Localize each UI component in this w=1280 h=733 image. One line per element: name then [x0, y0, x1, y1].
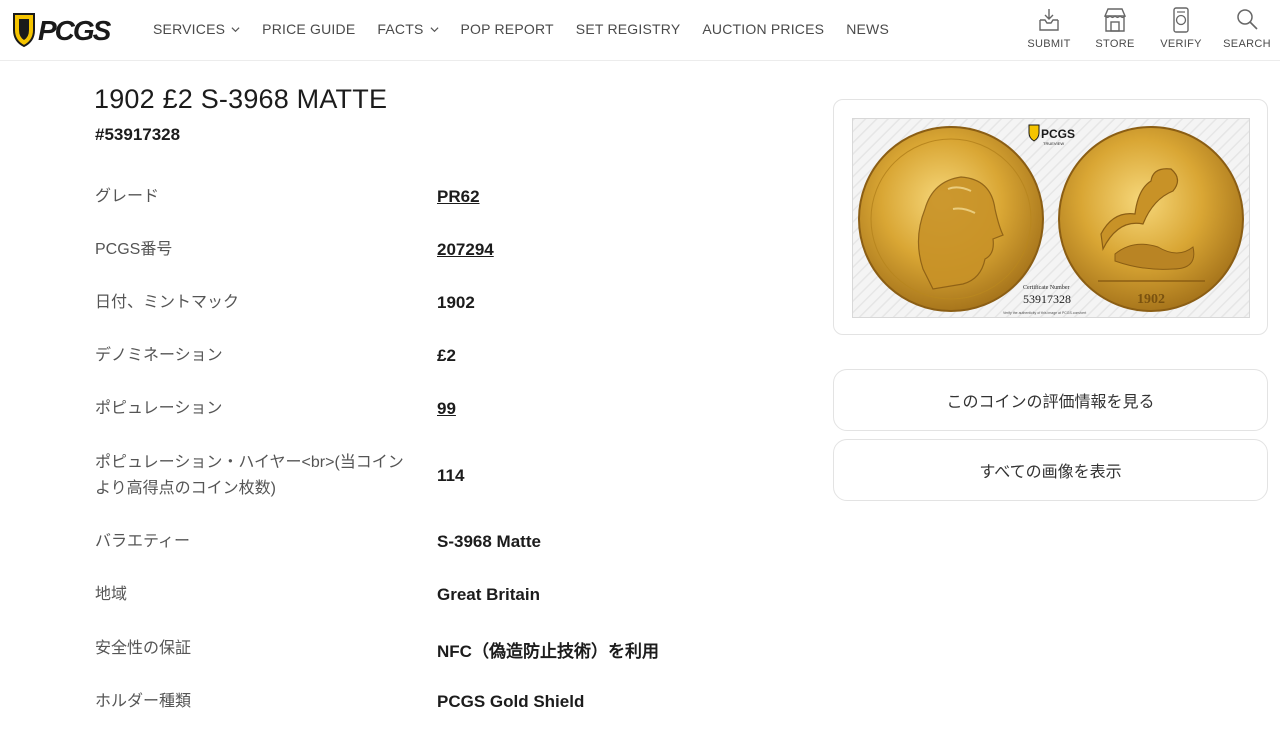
tool-label: SUBMIT — [1027, 38, 1071, 50]
submit-icon — [1039, 9, 1059, 31]
detail-label: グレード — [95, 188, 160, 205]
nav-facts[interactable]: FACTS — [377, 21, 439, 37]
pcgs-logo-icon: PCGS — [13, 13, 114, 48]
coin-obverse — [858, 126, 1044, 312]
detail-value: 114 — [437, 466, 465, 485]
nav-services[interactable]: SERVICES — [153, 21, 240, 37]
svg-text:PCGS: PCGS — [38, 15, 112, 46]
nav-auction-prices[interactable]: AUCTION PRICES — [702, 21, 824, 37]
submit-button[interactable]: SUBMIT — [1016, 0, 1082, 58]
coin-image-card: 1902 PCGS TRUEVIEW Certificate Number 53… — [833, 99, 1268, 335]
verify-icon — [1173, 7, 1189, 33]
view-all-images-button[interactable]: すべての画像を表示 — [833, 439, 1268, 501]
verify-button[interactable]: VERIFY — [1148, 0, 1214, 58]
view-valuation-button[interactable]: このコインの評価情報を見る — [833, 369, 1268, 431]
header-tools: SUBMIT STORE VERIFY SEARCH — [1016, 0, 1280, 58]
detail-label: バラエティー — [95, 533, 191, 550]
detail-row-population-higher: ポピュレーション・ハイヤー<br>(当コインより高得点のコイン枚数) 114 — [95, 450, 745, 502]
slab-cert-label: Certificate Number — [1023, 284, 1069, 291]
page-title: 1902 £2 S-3968 MATTE — [94, 84, 388, 114]
tool-label: VERIFY — [1160, 38, 1202, 50]
detail-label: ポピュレーション・ハイヤー<br>(当コインより高得点のコイン枚数) — [95, 454, 404, 497]
nav-label: SERVICES — [153, 21, 226, 37]
detail-row-holder: ホルダー種類 PCGS Gold Shield — [95, 689, 745, 715]
slab-cert-value: 53917328 — [1023, 292, 1071, 306]
detail-value: £2 — [437, 346, 456, 365]
detail-row-region: 地域 Great Britain — [95, 582, 745, 608]
tool-label: SEARCH — [1223, 38, 1271, 50]
chevron-down-icon — [429, 26, 439, 32]
pcgs-number-link[interactable]: 207294 — [437, 240, 494, 260]
coin-photo: 1902 PCGS TRUEVIEW Certificate Number 53… — [853, 119, 1249, 317]
store-icon — [1103, 8, 1127, 32]
detail-value: S-3968 Matte — [437, 532, 541, 551]
main-nav: SERVICES PRICE GUIDE FACTS POP REPORT SE… — [153, 0, 911, 58]
store-button[interactable]: STORE — [1082, 0, 1148, 58]
detail-label: 地域 — [95, 586, 128, 603]
cert-number: #53917328 — [95, 125, 181, 144]
search-icon — [1237, 9, 1258, 30]
detail-value: Great Britain — [437, 585, 540, 604]
coin-date: 1902 — [1137, 292, 1165, 307]
detail-value: NFC（偽造防止技術）を利用 — [437, 641, 659, 661]
nav-label: SET REGISTRY — [575, 21, 681, 37]
nav-label: NEWS — [846, 21, 890, 37]
detail-label: ポピュレーション — [95, 400, 223, 417]
detail-value: PCGS Gold Shield — [437, 692, 585, 711]
button-label: このコインの評価情報を見る — [946, 394, 1155, 411]
button-label: すべての画像を表示 — [979, 464, 1122, 481]
trueview-sub: TRUEVIEW — [1043, 141, 1064, 146]
detail-row-population: ポピュレーション 99 — [95, 396, 745, 422]
coin-reverse: 1902 — [1058, 126, 1244, 312]
nav-price-guide[interactable]: PRICE GUIDE — [262, 21, 355, 37]
chevron-down-icon — [231, 26, 240, 32]
detail-row-security: 安全性の保証 NFC（偽造防止技術）を利用 — [95, 636, 745, 662]
nav-pop-report[interactable]: POP REPORT — [461, 21, 554, 37]
nav-set-registry[interactable]: SET REGISTRY — [576, 21, 681, 37]
nav-label: AUCTION PRICES — [702, 21, 825, 37]
detail-row-grade: グレード PR62 — [95, 184, 745, 210]
trueview-brand: PCGS — [1041, 127, 1075, 141]
slab-footer-note: Verify the authenticity of this image at… — [1003, 311, 1086, 315]
detail-row-variety: バラエティー S-3968 Matte — [95, 529, 745, 555]
detail-label: PCGS番号 — [95, 241, 173, 258]
grade-link[interactable]: PR62 — [437, 187, 480, 207]
nav-label: POP REPORT — [460, 21, 554, 37]
detail-label: デノミネーション — [95, 347, 223, 364]
nav-news[interactable]: NEWS — [846, 21, 889, 37]
nav-label: FACTS — [377, 21, 424, 37]
detail-label: ホルダー種類 — [95, 693, 192, 710]
detail-label: 日付、ミントマック — [95, 294, 240, 311]
pcgs-logo[interactable]: PCGS — [12, 10, 120, 48]
detail-label: 安全性の保証 — [95, 640, 192, 657]
search-button[interactable]: SEARCH — [1214, 0, 1280, 58]
population-link[interactable]: 99 — [437, 399, 456, 419]
detail-row-date-mint: 日付、ミントマック 1902 — [95, 290, 745, 316]
nav-label: PRICE GUIDE — [262, 21, 356, 37]
site-header: PCGS SERVICES PRICE GUIDE FACTS POP REPO… — [0, 0, 1280, 61]
detail-row-pcgs-number: PCGS番号 207294 — [95, 237, 745, 263]
coin-slab-image[interactable]: 1902 PCGS TRUEVIEW Certificate Number 53… — [852, 118, 1250, 318]
detail-value: 1902 — [437, 293, 475, 312]
tool-label: STORE — [1095, 38, 1135, 50]
detail-row-denomination: デノミネーション £2 — [95, 343, 745, 369]
